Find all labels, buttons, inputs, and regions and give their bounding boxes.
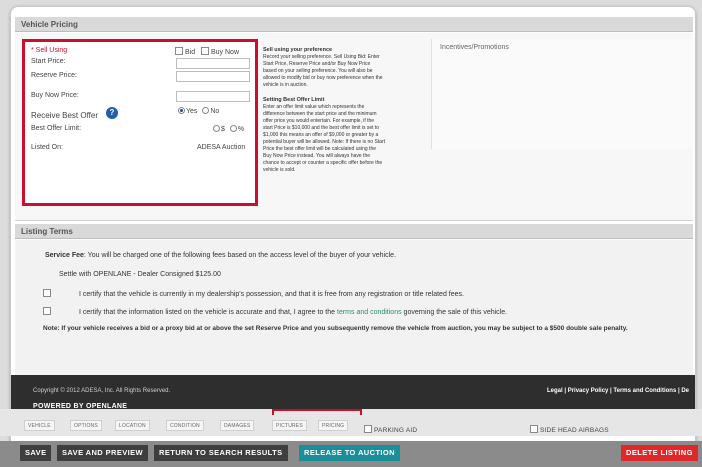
buy-now-price-label: Buy Now Price: <box>31 92 79 99</box>
certify-accuracy-checkbox[interactable] <box>43 307 51 315</box>
save-button[interactable]: SAVE <box>20 445 52 461</box>
best-offer-help-title: Setting Best Offer Limit <box>263 97 325 103</box>
return-search-button[interactable]: RETURN TO SEARCH RESULTS <box>154 445 288 461</box>
start-price-label: Start Price: <box>31 58 66 65</box>
privacy-link[interactable]: Privacy Policy <box>568 388 609 394</box>
buy-now-price-input[interactable] <box>176 91 250 102</box>
tab-pricing[interactable]: PRICING <box>318 420 349 431</box>
reserve-price-label: Reserve Price: <box>31 72 77 79</box>
sell-help-body: Record your selling preference. Sell Usi… <box>263 54 383 88</box>
footer-links: Legal | Privacy Policy | Terms and Condi… <box>547 388 689 394</box>
terms-link[interactable]: terms and conditions <box>337 309 402 316</box>
delete-listing-button[interactable]: DELETE LISTING <box>621 445 698 461</box>
highlight-box <box>272 409 362 415</box>
help-icon[interactable]: ? <box>106 107 118 119</box>
tab-pictures[interactable]: PICTURES <box>272 420 307 431</box>
best-offer-limit-label: Best Offer Limit: <box>31 125 82 132</box>
terms-footer-link[interactable]: Terms and Conditions <box>613 388 676 394</box>
certify-accuracy[interactable]: I certify that the information listed on… <box>43 307 507 316</box>
service-fee-text: Service Fee: You will be charged one of … <box>45 252 397 259</box>
settle-fee-text: Settle with OPENLANE - Dealer Consigned … <box>59 271 221 278</box>
bid-checkbox[interactable]: Bid <box>175 47 195 56</box>
save-preview-button[interactable]: SAVE AND PREVIEW <box>57 445 148 461</box>
certify-possession[interactable]: I certify that the vehicle is currently … <box>43 289 464 298</box>
pricing-help-text: Sell using your preference Record your s… <box>263 47 385 174</box>
radio-percent-icon[interactable] <box>229 125 237 132</box>
start-price-input[interactable] <box>176 58 250 69</box>
listing-terms-header: Listing Terms <box>15 224 693 239</box>
incentives-panel: Incentives/Promotions <box>431 39 693 149</box>
sell-using-label: * Sell Using <box>31 47 68 54</box>
listing-terms-body: Service Fee: You will be charged one of … <box>15 240 693 385</box>
parking-aid-checkbox[interactable]: PARKING AID <box>364 425 417 434</box>
side-airbags-checkbox[interactable]: SIDE HEAD AIRBAGS <box>530 425 609 434</box>
listed-on-value: ADESA Auction <box>197 144 246 151</box>
tab-options[interactable]: OPTIONS <box>70 420 102 431</box>
radio-dollar-icon[interactable] <box>213 125 220 132</box>
receive-best-offer-label: Receive Best Offer <box>31 111 98 120</box>
reserve-price-input[interactable] <box>176 71 250 82</box>
release-auction-button[interactable]: RELEASE TO AUCTION <box>299 445 400 461</box>
legal-link[interactable]: Legal <box>547 388 563 394</box>
tab-vehicle[interactable]: VEHICLE <box>24 420 55 431</box>
buy-now-checkbox[interactable]: Buy Now <box>201 47 239 56</box>
vehicle-pricing-body: * Sell Using Bid Buy Now Start Price: Re… <box>15 33 693 221</box>
penalty-note: Note: If your vehicle receives a bid or … <box>43 325 628 332</box>
listed-on-label: Listed On: <box>31 144 63 151</box>
radio-yes-icon[interactable] <box>178 107 185 114</box>
tab-condition[interactable]: CONDITION <box>166 420 204 431</box>
tab-damages[interactable]: DAMAGES <box>220 420 255 431</box>
best-offer-help-body: Enter an offer limit value which represe… <box>263 104 386 173</box>
best-offer-radio-group[interactable]: Yes No <box>175 107 219 115</box>
tab-location[interactable]: LOCATION <box>115 420 150 431</box>
pricing-form: * Sell Using Bid Buy Now Start Price: Re… <box>22 39 258 206</box>
listing-card: Vehicle Pricing * Sell Using Bid Buy Now… <box>10 6 696 461</box>
incentives-label: Incentives/Promotions <box>440 44 509 51</box>
screenshot-frame: Vehicle Pricing * Sell Using Bid Buy Now… <box>0 0 702 467</box>
copyright-text: Copyright © 2012 ADESA, Inc. All Rights … <box>33 388 171 394</box>
radio-no-icon[interactable] <box>202 107 210 114</box>
action-bar: SAVE SAVE AND PREVIEW RETURN TO SEARCH R… <box>0 441 702 467</box>
footer-more-link[interactable]: De <box>681 388 689 394</box>
best-offer-unit-radios[interactable]: $ % <box>210 125 244 133</box>
certify-possession-checkbox[interactable] <box>43 289 51 297</box>
sell-help-title: Sell using your preference <box>263 47 333 53</box>
vehicle-pricing-header: Vehicle Pricing <box>15 17 693 32</box>
